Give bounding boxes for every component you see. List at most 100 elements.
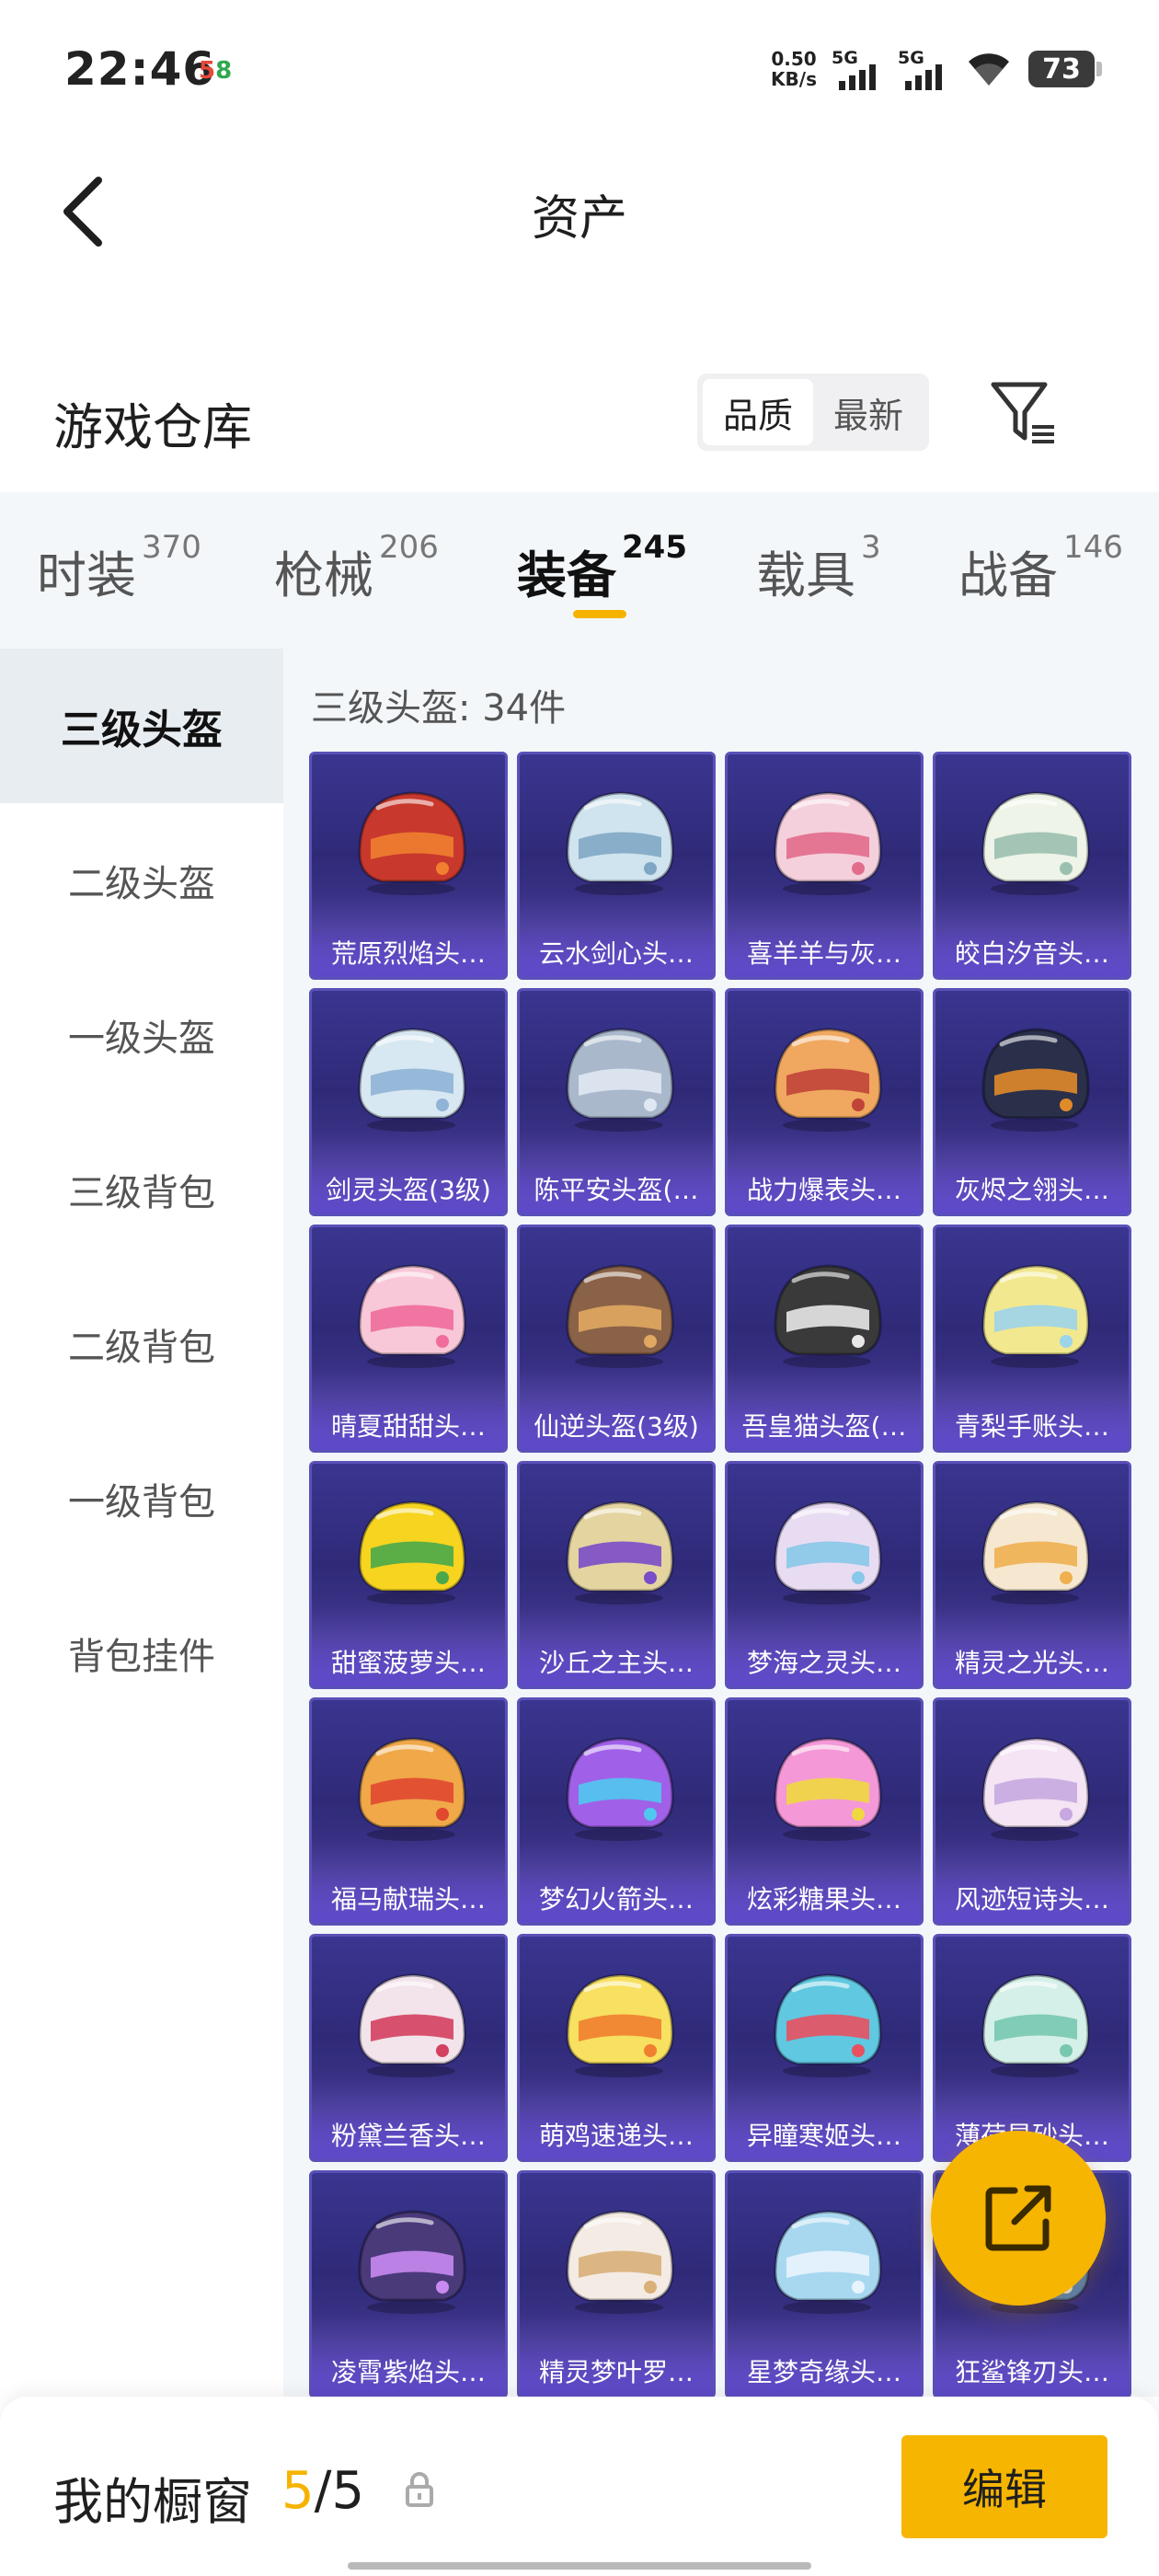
tab-weapons[interactable]: 枪械 206 xyxy=(274,529,439,607)
helmet-name: 荒原烈焰头… xyxy=(312,931,505,977)
sidebar-item-level1-backpack[interactable]: 一级背包 xyxy=(0,1421,283,1576)
helmet-card[interactable]: 薄荷星砂头… xyxy=(933,1934,1131,2162)
helmet-card[interactable]: 异瞳寒姬头… xyxy=(725,1934,924,2162)
helmet-card[interactable]: 星梦奇缘头… xyxy=(725,2170,924,2398)
helmet-card[interactable]: 剑灵头盔(3级) xyxy=(309,988,508,1216)
helmet-icon xyxy=(981,791,1090,895)
sidebar-item-level2-backpack[interactable]: 二级背包 xyxy=(0,1267,283,1421)
status-bar: 22:46 58 0.50 KB/s 5G 5G 73 xyxy=(0,0,1159,138)
helmet-name: 甜蜜菠萝头… xyxy=(312,1640,505,1686)
tab-fashion[interactable]: 时装 370 xyxy=(37,529,201,607)
status-time: 22:46 xyxy=(64,42,216,96)
app-notification-badge: 58 xyxy=(199,57,232,85)
helmet-icon xyxy=(566,1264,674,1368)
showcase-count-separator: / xyxy=(314,2461,332,2521)
helmet-name: 剑灵头盔(3级) xyxy=(312,1167,505,1213)
helmet-card[interactable]: 灰烬之翎头… xyxy=(933,988,1131,1216)
page-title: 资产 xyxy=(531,191,627,247)
filter-button[interactable] xyxy=(988,377,1061,451)
helmet-card[interactable]: 梦海之灵头… xyxy=(725,1461,924,1689)
sidebar-item-level3-helmet[interactable]: 三级头盔 xyxy=(0,649,283,803)
edit-button[interactable]: 编辑 xyxy=(901,2435,1107,2538)
share-external-icon xyxy=(985,2185,1051,2251)
helmet-card[interactable]: 风迹短诗头… xyxy=(933,1697,1131,1926)
showcase-count-total: 5 xyxy=(331,2461,365,2521)
tab-label: 时装 xyxy=(37,546,136,604)
share-button[interactable] xyxy=(931,2131,1106,2306)
tab-count: 370 xyxy=(142,529,201,566)
home-indicator[interactable] xyxy=(348,2562,811,2570)
helmet-card[interactable]: 战力爆表头… xyxy=(725,988,924,1216)
helmet-name: 陈平安头盔(… xyxy=(520,1167,713,1213)
sort-by-newest[interactable]: 最新 xyxy=(813,379,924,445)
helmet-card[interactable]: 仙逆头盔(3级) xyxy=(517,1225,716,1453)
helmet-card[interactable]: 粉黛兰香头… xyxy=(309,1934,508,2162)
helmet-card[interactable]: 荒原烈焰头… xyxy=(309,752,508,980)
badge-digit-b: 8 xyxy=(215,57,233,85)
helmet-card[interactable]: 吾皇猫头盔(… xyxy=(725,1225,924,1453)
sidebar-item-backpack-pendant[interactable]: 背包挂件 xyxy=(0,1576,283,1731)
helmet-card[interactable]: 福马献瑞头… xyxy=(309,1697,508,1926)
helmet-icon xyxy=(981,1501,1090,1604)
helmet-icon xyxy=(566,791,674,895)
helmet-card[interactable]: 梦幻火箭头… xyxy=(517,1697,716,1926)
network-speed: 0.50 KB/s xyxy=(771,49,817,89)
helmet-name: 云水剑心头… xyxy=(520,931,713,977)
helmet-name: 精灵梦叶罗… xyxy=(520,2350,713,2396)
showcase-count-current: 5 xyxy=(281,2461,315,2521)
helmet-name: 粉黛兰香头… xyxy=(312,2113,505,2159)
helmet-icon xyxy=(358,1737,466,1841)
warehouse-title: 游戏仓库 xyxy=(53,398,252,456)
tab-supplies[interactable]: 战备 146 xyxy=(958,529,1123,607)
helmet-icon xyxy=(981,1737,1090,1841)
helmet-icon xyxy=(981,1028,1090,1132)
helmet-name: 吾皇猫头盔(… xyxy=(728,1404,921,1450)
helmet-icon xyxy=(774,791,882,895)
network-speed-value: 0.50 xyxy=(771,48,817,70)
helmet-icon xyxy=(358,1028,466,1132)
helmet-card[interactable]: 甜蜜菠萝头… xyxy=(309,1461,508,1689)
sidebar-item-level1-helmet[interactable]: 一级头盔 xyxy=(0,958,283,1112)
sidebar: 三级头盔 二级头盔 一级头盔 三级背包 二级背包 一级背包 背包挂件 xyxy=(0,649,283,2397)
helmet-name: 萌鸡速递头… xyxy=(520,2113,713,2159)
helmet-card[interactable]: 云水剑心头… xyxy=(517,752,716,980)
sort-by-quality[interactable]: 品质 xyxy=(703,379,813,445)
helmet-card[interactable]: 沙丘之主头… xyxy=(517,1461,716,1689)
active-tab-indicator xyxy=(573,610,626,618)
helmet-name: 仙逆头盔(3级) xyxy=(520,1404,713,1450)
helmet-name: 凌霄紫焰头… xyxy=(312,2350,505,2396)
helmet-card[interactable]: 陈平安头盔(… xyxy=(517,988,716,1216)
helmet-icon xyxy=(358,1501,466,1604)
helmet-icon xyxy=(774,1737,882,1841)
helmet-card[interactable]: 凌霄紫焰头… xyxy=(309,2170,508,2398)
helmet-card[interactable]: 精灵梦叶罗… xyxy=(517,2170,716,2398)
helmet-name: 星梦奇缘头… xyxy=(728,2350,921,2396)
helmet-icon xyxy=(358,2210,466,2314)
helmet-name: 战力爆表头… xyxy=(728,1167,921,1213)
helmet-card[interactable]: 喜羊羊与灰… xyxy=(725,752,924,980)
helmet-name: 狂鲨锋刃头… xyxy=(935,2350,1129,2396)
tab-equipment[interactable]: 装备 245 xyxy=(517,529,687,607)
network-speed-unit: KB/s xyxy=(771,68,817,90)
helmet-icon xyxy=(358,791,466,895)
tab-count: 3 xyxy=(861,529,881,566)
helmet-card[interactable]: 萌鸡速递头… xyxy=(517,1934,716,2162)
tab-vehicles[interactable]: 载具 3 xyxy=(756,529,881,607)
item-count-heading: 三级头盔: 34件 xyxy=(311,687,567,730)
signal-icon-2: 5G xyxy=(898,48,949,90)
tab-label: 枪械 xyxy=(274,546,373,604)
sidebar-item-level2-helmet[interactable]: 二级头盔 xyxy=(0,803,283,958)
tab-count: 245 xyxy=(622,529,687,566)
sidebar-item-level3-backpack[interactable]: 三级背包 xyxy=(0,1112,283,1267)
helmet-card[interactable]: 炫彩糖果头… xyxy=(725,1697,924,1926)
helmet-card[interactable]: 晴夏甜甜头… xyxy=(309,1225,508,1453)
helmet-icon xyxy=(566,1737,674,1841)
helmet-card[interactable]: 精灵之光头… xyxy=(933,1461,1131,1689)
helmet-icon xyxy=(774,1264,882,1368)
helmet-card[interactable]: 青梨手账头… xyxy=(933,1225,1131,1453)
helmet-name: 精灵之光头… xyxy=(935,1640,1129,1686)
helmet-name: 异瞳寒姬头… xyxy=(728,2113,921,2159)
sidebar-filler xyxy=(0,1731,283,2397)
helmet-card[interactable]: 皎白汐音头… xyxy=(933,752,1131,980)
helmet-icon xyxy=(981,1264,1090,1368)
